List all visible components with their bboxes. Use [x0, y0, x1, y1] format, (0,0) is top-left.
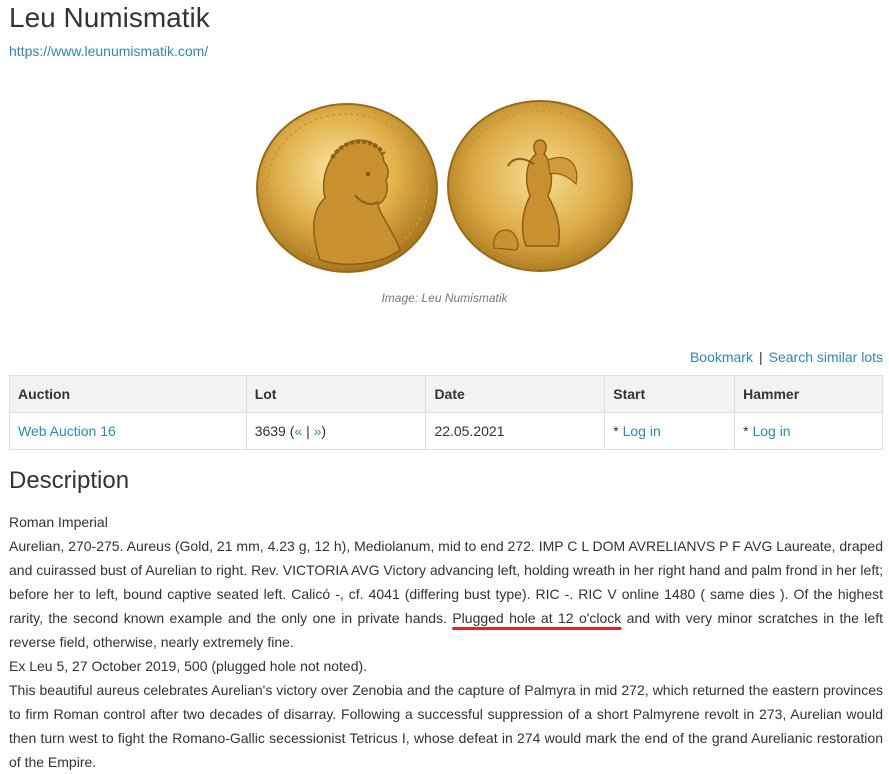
- coin-obverse: [256, 103, 438, 273]
- description-body: Roman Imperial Aurelian, 270-275. Aureus…: [9, 510, 883, 774]
- cell-lot: 3639 (« | »): [245, 412, 427, 450]
- description-main: Aurelian, 270-275. Aureus (Gold, 21 mm, …: [9, 534, 883, 654]
- hammer-login-link[interactable]: Log in: [752, 423, 790, 439]
- bookmark-link[interactable]: Bookmark: [690, 349, 753, 365]
- start-login-link[interactable]: Log in: [623, 423, 661, 439]
- header-date: Date: [425, 375, 606, 413]
- coin-reverse: [447, 100, 633, 272]
- lot-nav-separator: |: [306, 423, 310, 439]
- table-header-row: Auction Lot Date Start Hammer: [9, 375, 883, 413]
- header-auction: Auction: [9, 375, 247, 413]
- lot-actions: Bookmark | Search similar lots: [690, 349, 883, 365]
- image-caption: Image: Leu Numismatik: [381, 291, 508, 305]
- auction-link[interactable]: Web Auction 16: [18, 423, 116, 439]
- next-lot-link[interactable]: »: [314, 423, 322, 439]
- description-commentary: This beautiful aureus celebrates Aurelia…: [9, 682, 883, 770]
- header-lot: Lot: [245, 375, 427, 413]
- cell-date: 22.05.2021: [425, 412, 606, 450]
- coin-photo: [256, 100, 633, 273]
- description-provenance: Ex Leu 5, 27 October 2019, 500 (plugged …: [9, 658, 368, 674]
- cell-auction: Web Auction 16: [9, 412, 247, 450]
- description-category: Roman Imperial: [9, 514, 108, 530]
- action-separator: |: [758, 349, 763, 365]
- description-heading: Description: [9, 467, 130, 494]
- lot-number: 3639: [254, 423, 286, 439]
- header-hammer: Hammer: [734, 375, 883, 413]
- highlighted-condition-note: Plugged hole at 12 o'clock: [452, 610, 622, 626]
- table-row: Web Auction 16 3639 (« | ») 22.05.2021 *…: [9, 412, 883, 450]
- page-title: Leu Numismatik: [9, 2, 210, 33]
- coin-image[interactable]: [250, 100, 640, 275]
- header-start: Start: [604, 375, 736, 413]
- previous-lot-link[interactable]: «: [294, 423, 302, 439]
- start-prefix: *: [613, 423, 623, 439]
- cell-hammer: * Log in: [734, 412, 883, 450]
- site-url-link[interactable]: https://www.leunumismatik.com/: [9, 43, 208, 59]
- cell-start: * Log in: [604, 412, 736, 450]
- search-similar-lots-link[interactable]: Search similar lots: [769, 349, 883, 365]
- lot-info-table: Auction Lot Date Start Hammer Web Auctio…: [9, 375, 883, 450]
